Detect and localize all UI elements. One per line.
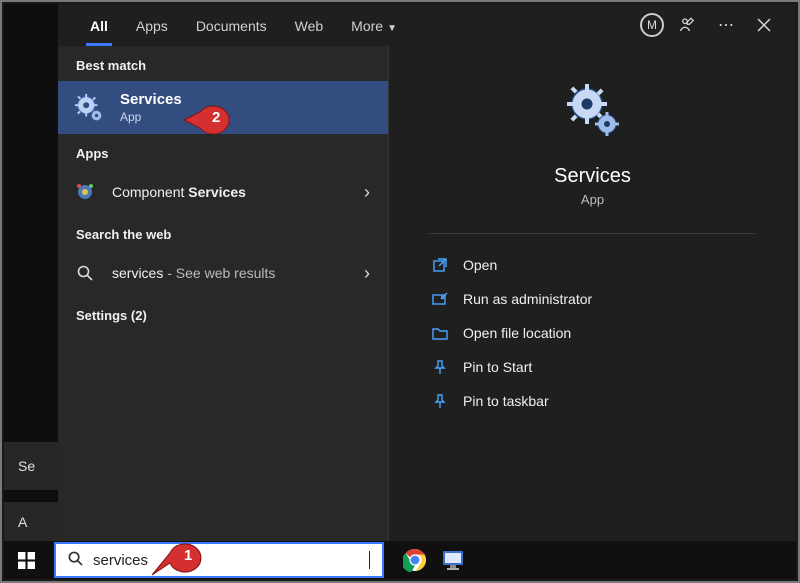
- section-header-settings[interactable]: Settings (2): [58, 296, 388, 331]
- section-header-apps: Apps: [58, 134, 388, 169]
- taskbar-search-box[interactable]: [54, 542, 384, 578]
- result-label: Component Services: [112, 184, 246, 200]
- component-services-icon: [74, 181, 96, 203]
- search-icon: [68, 551, 83, 570]
- account-avatar[interactable]: M: [640, 13, 664, 37]
- gear-icon: [74, 93, 104, 123]
- action-pin-to-start[interactable]: Pin to Start: [429, 350, 756, 384]
- search-icon: [74, 262, 96, 284]
- folder-icon: [431, 324, 449, 342]
- taskbar: [4, 541, 796, 579]
- chevron-right-icon[interactable]: ›: [364, 182, 370, 203]
- caret-down-icon: ▼: [387, 23, 397, 34]
- more-options-icon[interactable]: ⋯: [712, 11, 740, 39]
- result-subtitle: App: [120, 110, 182, 124]
- result-label: services - See web results: [112, 265, 275, 281]
- action-open-file-location[interactable]: Open file location: [429, 316, 756, 350]
- tab-more[interactable]: More▼: [337, 6, 411, 44]
- section-header-web: Search the web: [58, 215, 388, 250]
- feedback-icon[interactable]: [674, 11, 702, 39]
- tab-all[interactable]: All: [76, 6, 122, 44]
- action-run-as-admin[interactable]: Run as administrator: [429, 282, 756, 316]
- result-component-services[interactable]: Component Services ›: [58, 169, 388, 215]
- taskbar-chrome-icon[interactable]: [402, 547, 428, 573]
- chevron-right-icon[interactable]: ›: [364, 263, 370, 284]
- taskbar-app-icon[interactable]: [440, 547, 466, 573]
- text-caret: [369, 551, 370, 569]
- result-services-app[interactable]: Services App: [58, 81, 388, 134]
- tab-apps[interactable]: Apps: [122, 6, 182, 44]
- result-title: Services: [120, 91, 182, 108]
- action-pin-to-taskbar[interactable]: Pin to taskbar: [429, 384, 756, 418]
- admin-icon: [431, 290, 449, 308]
- action-open[interactable]: Open: [429, 248, 756, 282]
- pin-icon: [431, 358, 449, 376]
- preview-subtitle: App: [581, 192, 604, 207]
- background-item: A: [4, 502, 58, 542]
- result-web-search[interactable]: services - See web results ›: [58, 250, 388, 296]
- section-header-best-match: Best match: [58, 46, 388, 81]
- tab-web[interactable]: Web: [281, 6, 338, 44]
- search-tabs-bar: All Apps Documents Web More▼ M ⋯: [58, 4, 796, 46]
- start-button[interactable]: [4, 541, 48, 579]
- close-button[interactable]: [750, 11, 778, 39]
- gear-icon: [565, 82, 621, 143]
- pin-icon: [431, 392, 449, 410]
- background-item: Se: [4, 442, 58, 490]
- open-icon: [431, 256, 449, 274]
- preview-title: Services: [554, 165, 631, 188]
- tab-documents[interactable]: Documents: [182, 6, 281, 44]
- preview-pane: Services App Open Run as administrator: [388, 46, 796, 541]
- search-input[interactable]: [93, 552, 370, 569]
- results-list: Best match: [58, 46, 388, 541]
